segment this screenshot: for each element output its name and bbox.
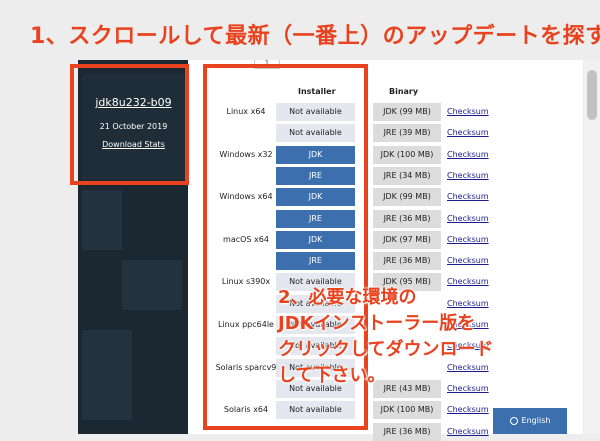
checksum-link[interactable]: Checksum — [447, 235, 489, 244]
checksum-link[interactable]: Checksum — [447, 171, 489, 180]
binary-download-button[interactable]: JDK (99 MB) — [373, 188, 441, 206]
checksum-link[interactable]: Checksum — [447, 256, 489, 265]
sidebar-decoration — [122, 260, 182, 310]
language-button[interactable]: English — [493, 408, 567, 434]
sidebar-decoration — [82, 190, 122, 250]
sidebar-decoration — [82, 330, 132, 420]
binary-download-button[interactable]: JDK (97 MB) — [373, 231, 441, 249]
checksum-link[interactable]: Checksum — [447, 405, 489, 414]
globe-icon — [509, 416, 518, 425]
language-button-label: English — [521, 416, 551, 425]
checksum-link[interactable]: Checksum — [447, 214, 489, 223]
checksum-link[interactable]: Checksum — [447, 427, 489, 436]
binary-download-button[interactable]: JDK (99 MB) — [373, 103, 441, 121]
binary-download-button[interactable]: JRE (39 MB) — [373, 124, 441, 142]
binary-download-button[interactable]: JRE (36 MB) — [373, 210, 441, 228]
binary-download-button[interactable]: JRE (36 MB) — [373, 252, 441, 270]
highlight-release-card — [70, 64, 189, 185]
checksum-link[interactable]: Checksum — [447, 107, 489, 116]
binary-download-button[interactable]: JRE (36 MB) — [373, 423, 441, 441]
checksum-link[interactable]: Checksum — [447, 192, 489, 201]
binary-column-header: Binary — [389, 87, 419, 96]
binary-download-button[interactable]: JDK (100 MB) — [373, 401, 441, 419]
binary-download-button[interactable]: JDK (100 MB) — [373, 146, 441, 164]
checksum-link[interactable]: Checksum — [447, 128, 489, 137]
scrollbar-thumb[interactable] — [587, 70, 597, 120]
instruction-note: 2、必要な環境の JDKインストーラー版を クリックしてダウンロード して下さい… — [278, 287, 494, 386]
binary-download-button[interactable]: JRE (34 MB) — [373, 167, 441, 185]
checksum-link[interactable]: Checksum — [447, 150, 489, 159]
instruction-banner-text: 1、スクロールして最新（一番上）のアップデートを探す。 — [30, 24, 600, 49]
